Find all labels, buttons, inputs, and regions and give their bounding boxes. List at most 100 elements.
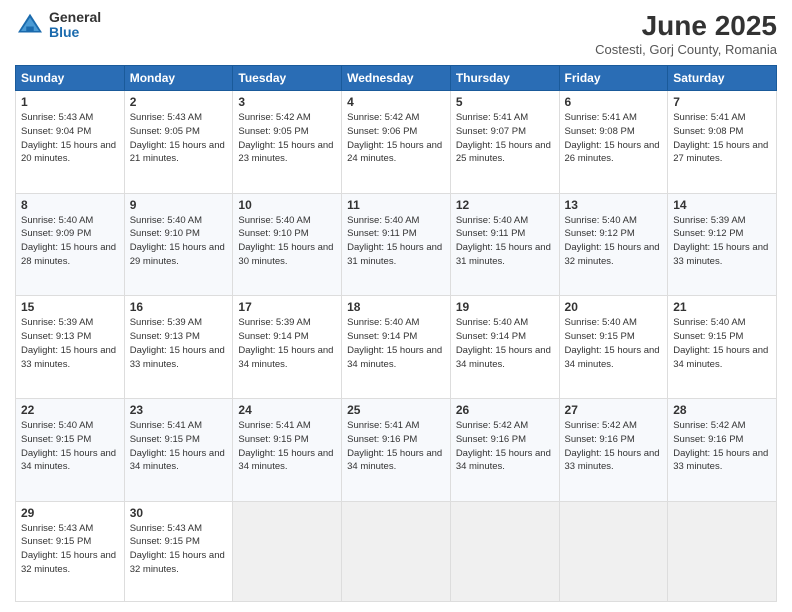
- day-number: 8: [21, 198, 119, 212]
- cell-content: Sunrise: 5:39 AMSunset: 9:13 PMDaylight:…: [130, 316, 228, 371]
- day-number: 9: [130, 198, 228, 212]
- table-row: 14 Sunrise: 5:39 AMSunset: 9:12 PMDaylig…: [668, 193, 777, 296]
- day-number: 28: [673, 403, 771, 417]
- cell-content: Sunrise: 5:39 AMSunset: 9:13 PMDaylight:…: [21, 316, 119, 371]
- cell-content: Sunrise: 5:42 AMSunset: 9:06 PMDaylight:…: [347, 111, 445, 166]
- table-row: 12 Sunrise: 5:40 AMSunset: 9:11 PMDaylig…: [450, 193, 559, 296]
- table-row: 23 Sunrise: 5:41 AMSunset: 9:15 PMDaylig…: [124, 399, 233, 502]
- day-number: 13: [565, 198, 663, 212]
- cell-content: Sunrise: 5:41 AMSunset: 9:08 PMDaylight:…: [673, 111, 771, 166]
- table-row: 9 Sunrise: 5:40 AMSunset: 9:10 PMDayligh…: [124, 193, 233, 296]
- cell-content: Sunrise: 5:41 AMSunset: 9:15 PMDaylight:…: [238, 419, 336, 474]
- logo-general: General: [49, 10, 101, 25]
- table-row: 30 Sunrise: 5:43 AMSunset: 9:15 PMDaylig…: [124, 501, 233, 601]
- day-number: 15: [21, 300, 119, 314]
- page: General Blue June 2025 Costesti, Gorj Co…: [0, 0, 792, 612]
- day-number: 6: [565, 95, 663, 109]
- day-number: 3: [238, 95, 336, 109]
- day-number: 25: [347, 403, 445, 417]
- day-number: 22: [21, 403, 119, 417]
- day-number: 30: [130, 506, 228, 520]
- table-row: 18 Sunrise: 5:40 AMSunset: 9:14 PMDaylig…: [342, 296, 451, 399]
- day-number: 29: [21, 506, 119, 520]
- day-number: 18: [347, 300, 445, 314]
- table-row: 26 Sunrise: 5:42 AMSunset: 9:16 PMDaylig…: [450, 399, 559, 502]
- header-tuesday: Tuesday: [233, 66, 342, 91]
- cell-content: Sunrise: 5:43 AMSunset: 9:05 PMDaylight:…: [130, 111, 228, 166]
- day-number: 26: [456, 403, 554, 417]
- day-number: 16: [130, 300, 228, 314]
- day-number: 2: [130, 95, 228, 109]
- day-number: 4: [347, 95, 445, 109]
- table-row: 13 Sunrise: 5:40 AMSunset: 9:12 PMDaylig…: [559, 193, 668, 296]
- cell-content: Sunrise: 5:42 AMSunset: 9:16 PMDaylight:…: [456, 419, 554, 474]
- day-number: 17: [238, 300, 336, 314]
- header-wednesday: Wednesday: [342, 66, 451, 91]
- table-row: [668, 501, 777, 601]
- day-number: 11: [347, 198, 445, 212]
- cell-content: Sunrise: 5:40 AMSunset: 9:15 PMDaylight:…: [673, 316, 771, 371]
- table-row: [450, 501, 559, 601]
- table-row: 19 Sunrise: 5:40 AMSunset: 9:14 PMDaylig…: [450, 296, 559, 399]
- day-number: 7: [673, 95, 771, 109]
- cell-content: Sunrise: 5:43 AMSunset: 9:15 PMDaylight:…: [130, 522, 228, 577]
- day-number: 19: [456, 300, 554, 314]
- day-number: 21: [673, 300, 771, 314]
- cell-content: Sunrise: 5:43 AMSunset: 9:04 PMDaylight:…: [21, 111, 119, 166]
- cell-content: Sunrise: 5:41 AMSunset: 9:08 PMDaylight:…: [565, 111, 663, 166]
- header: General Blue June 2025 Costesti, Gorj Co…: [15, 10, 777, 57]
- table-row: 21 Sunrise: 5:40 AMSunset: 9:15 PMDaylig…: [668, 296, 777, 399]
- cell-content: Sunrise: 5:42 AMSunset: 9:16 PMDaylight:…: [565, 419, 663, 474]
- table-row: 25 Sunrise: 5:41 AMSunset: 9:16 PMDaylig…: [342, 399, 451, 502]
- month-title: June 2025: [595, 10, 777, 42]
- table-row: 2 Sunrise: 5:43 AMSunset: 9:05 PMDayligh…: [124, 91, 233, 194]
- table-row: 17 Sunrise: 5:39 AMSunset: 9:14 PMDaylig…: [233, 296, 342, 399]
- table-row: 11 Sunrise: 5:40 AMSunset: 9:11 PMDaylig…: [342, 193, 451, 296]
- logo-icon: [15, 10, 45, 40]
- table-row: 24 Sunrise: 5:41 AMSunset: 9:15 PMDaylig…: [233, 399, 342, 502]
- cell-content: Sunrise: 5:40 AMSunset: 9:14 PMDaylight:…: [456, 316, 554, 371]
- cell-content: Sunrise: 5:42 AMSunset: 9:16 PMDaylight:…: [673, 419, 771, 474]
- header-monday: Monday: [124, 66, 233, 91]
- cell-content: Sunrise: 5:40 AMSunset: 9:10 PMDaylight:…: [130, 214, 228, 269]
- calendar-header-row: Sunday Monday Tuesday Wednesday Thursday…: [16, 66, 777, 91]
- logo: General Blue: [15, 10, 101, 41]
- table-row: 10 Sunrise: 5:40 AMSunset: 9:10 PMDaylig…: [233, 193, 342, 296]
- table-row: 15 Sunrise: 5:39 AMSunset: 9:13 PMDaylig…: [16, 296, 125, 399]
- day-number: 27: [565, 403, 663, 417]
- header-thursday: Thursday: [450, 66, 559, 91]
- cell-content: Sunrise: 5:43 AMSunset: 9:15 PMDaylight:…: [21, 522, 119, 577]
- day-number: 5: [456, 95, 554, 109]
- logo-blue: Blue: [49, 25, 101, 40]
- table-row: 6 Sunrise: 5:41 AMSunset: 9:08 PMDayligh…: [559, 91, 668, 194]
- cell-content: Sunrise: 5:40 AMSunset: 9:11 PMDaylight:…: [347, 214, 445, 269]
- header-friday: Friday: [559, 66, 668, 91]
- cell-content: Sunrise: 5:40 AMSunset: 9:12 PMDaylight:…: [565, 214, 663, 269]
- table-row: 29 Sunrise: 5:43 AMSunset: 9:15 PMDaylig…: [16, 501, 125, 601]
- table-row: 27 Sunrise: 5:42 AMSunset: 9:16 PMDaylig…: [559, 399, 668, 502]
- logo-text: General Blue: [49, 10, 101, 41]
- cell-content: Sunrise: 5:40 AMSunset: 9:09 PMDaylight:…: [21, 214, 119, 269]
- day-number: 14: [673, 198, 771, 212]
- day-number: 1: [21, 95, 119, 109]
- table-row: [233, 501, 342, 601]
- location: Costesti, Gorj County, Romania: [595, 42, 777, 57]
- table-row: 20 Sunrise: 5:40 AMSunset: 9:15 PMDaylig…: [559, 296, 668, 399]
- cell-content: Sunrise: 5:41 AMSunset: 9:15 PMDaylight:…: [130, 419, 228, 474]
- table-row: [559, 501, 668, 601]
- cell-content: Sunrise: 5:40 AMSunset: 9:10 PMDaylight:…: [238, 214, 336, 269]
- cell-content: Sunrise: 5:41 AMSunset: 9:16 PMDaylight:…: [347, 419, 445, 474]
- day-number: 10: [238, 198, 336, 212]
- cell-content: Sunrise: 5:39 AMSunset: 9:12 PMDaylight:…: [673, 214, 771, 269]
- table-row: 8 Sunrise: 5:40 AMSunset: 9:09 PMDayligh…: [16, 193, 125, 296]
- header-sunday: Sunday: [16, 66, 125, 91]
- cell-content: Sunrise: 5:40 AMSunset: 9:11 PMDaylight:…: [456, 214, 554, 269]
- cell-content: Sunrise: 5:42 AMSunset: 9:05 PMDaylight:…: [238, 111, 336, 166]
- calendar-table: Sunday Monday Tuesday Wednesday Thursday…: [15, 65, 777, 602]
- table-row: 1 Sunrise: 5:43 AMSunset: 9:04 PMDayligh…: [16, 91, 125, 194]
- cell-content: Sunrise: 5:40 AMSunset: 9:15 PMDaylight:…: [21, 419, 119, 474]
- header-saturday: Saturday: [668, 66, 777, 91]
- day-number: 20: [565, 300, 663, 314]
- table-row: 5 Sunrise: 5:41 AMSunset: 9:07 PMDayligh…: [450, 91, 559, 194]
- day-number: 24: [238, 403, 336, 417]
